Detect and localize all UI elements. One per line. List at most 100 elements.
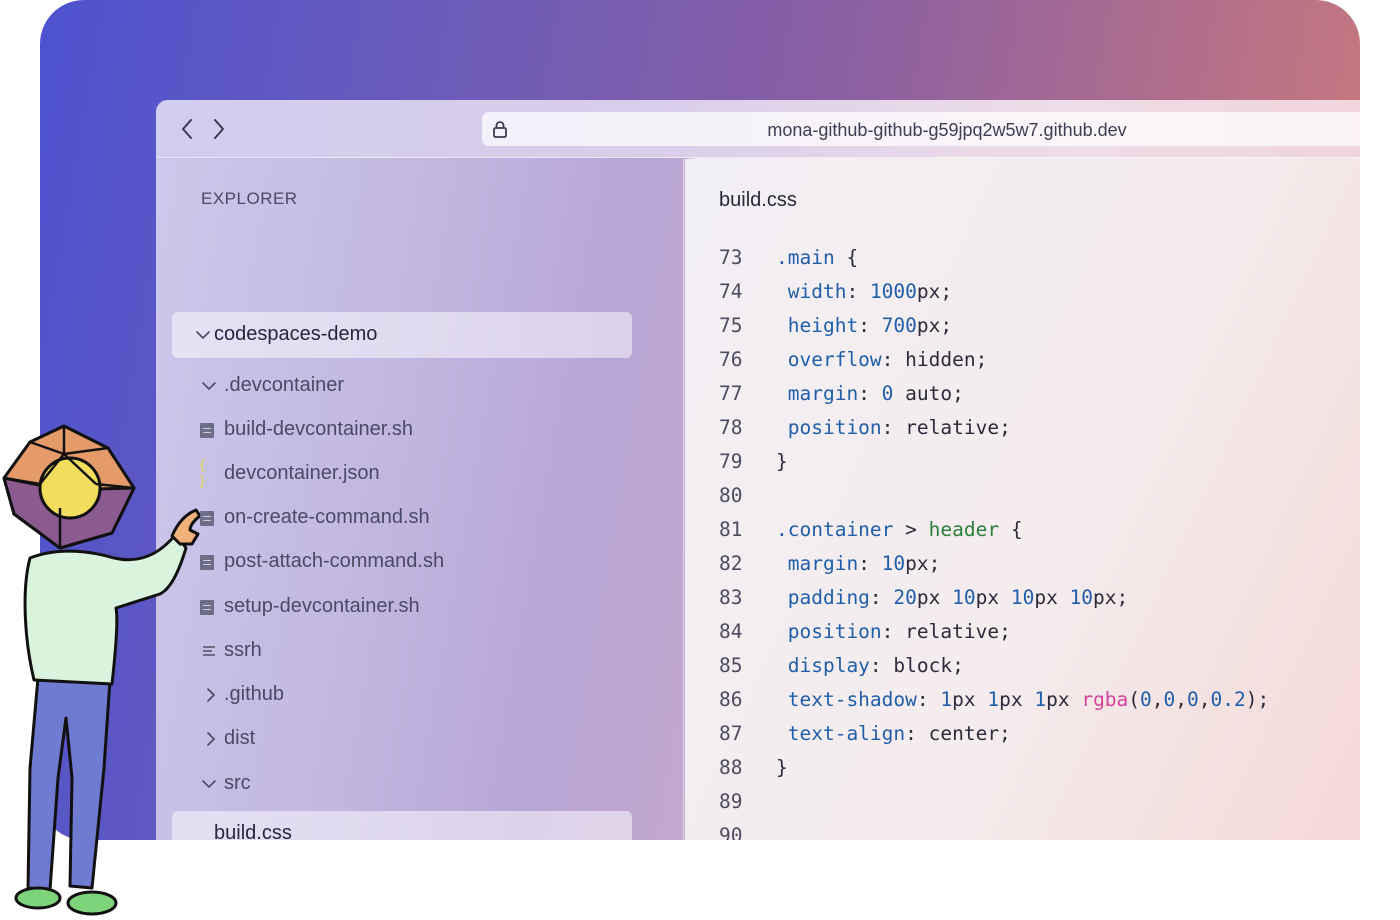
tree-item-devcontainer-json[interactable]: { } devcontainer.json — [172, 451, 632, 497]
file-icon — [198, 509, 216, 527]
code-token: px — [975, 586, 1011, 609]
code-token: 0 — [1163, 688, 1176, 711]
code-token: position — [776, 620, 882, 643]
code-line[interactable]: 80 — [719, 479, 1359, 513]
tree-item-dist[interactable]: dist — [172, 716, 632, 762]
chevron-down-icon — [194, 326, 212, 344]
line-number: 75 — [719, 314, 743, 337]
address-bar[interactable]: mona-github-github-g59jpq2w5w7.github.de… — [482, 112, 1360, 146]
file-icon — [198, 421, 216, 439]
code-token: width — [776, 280, 847, 303]
line-number: 78 — [719, 416, 743, 439]
code-token: : — [858, 382, 882, 405]
code-line[interactable]: 83 padding: 20px 10px 10px 10px; — [719, 581, 1359, 615]
code-text: text-shadow: 1px 1px 1px rgba(0,0,0,0.2)… — [776, 683, 1270, 717]
code-token: 20 — [893, 586, 917, 609]
code-token: : — [858, 552, 882, 575]
code-line[interactable]: 82 margin: 10px; — [719, 547, 1359, 581]
tree-item-build-devcontainer-sh[interactable]: build-devcontainer.sh — [172, 407, 632, 453]
tree-item-label: ssrh — [224, 639, 262, 661]
line-number: 76 — [719, 348, 743, 371]
tree-item-build-css[interactable]: build.css — [172, 811, 632, 840]
tree-item-ssrh[interactable]: ssrh — [172, 628, 632, 674]
code-token: > — [893, 518, 929, 541]
tree-item-post-attach-command-sh[interactable]: post-attach-command.sh — [172, 539, 632, 585]
tree-item-on-create-command-sh[interactable]: on-create-command.sh — [172, 495, 632, 541]
line-number: 79 — [719, 450, 743, 473]
code-area[interactable]: 73 .main {74 width: 1000px; 75 height: 700… — [719, 241, 1359, 840]
tree-item-label: on-create-command.sh — [224, 506, 430, 528]
tree-item-src[interactable]: src — [172, 761, 632, 807]
code-line[interactable]: 75 height: 700px; — [719, 309, 1359, 343]
code-token: : block; — [869, 654, 964, 677]
code-line[interactable]: 85 display: block; — [719, 649, 1359, 683]
code-token: px; — [916, 314, 953, 337]
text-file-icon — [200, 642, 218, 660]
code-text: padding: 20px 10px 10px 10px; — [776, 581, 1129, 615]
code-token: : — [916, 688, 941, 711]
code-line[interactable]: 73 .main { — [719, 241, 1359, 275]
code-line[interactable]: 90 — [719, 819, 1359, 840]
code-token: ( — [1128, 688, 1141, 711]
code-token: : hidden; — [881, 348, 988, 371]
line-number: 86 — [719, 688, 743, 711]
code-token: { — [834, 246, 859, 269]
code-token: : — [858, 314, 882, 337]
code-token: display — [776, 654, 870, 677]
code-line[interactable]: 87 text-align: center; — [719, 717, 1359, 751]
code-token: : — [869, 586, 894, 609]
tree-item-setup-devcontainer-sh[interactable]: setup-devcontainer.sh — [172, 584, 632, 630]
tree-item-label: post-attach-command.sh — [224, 550, 445, 572]
code-token: px; — [916, 280, 953, 303]
code-token: px; — [905, 552, 941, 575]
tree-item-label: devcontainer.json — [224, 462, 380, 484]
code-line[interactable]: 84 position: relative; — [719, 615, 1359, 649]
tree-item-label: dist — [224, 727, 256, 749]
code-token: margin — [776, 382, 859, 405]
code-token: rgba — [1081, 688, 1129, 711]
line-number: 77 — [719, 382, 743, 405]
back-button[interactable] — [176, 117, 198, 141]
line-number: 80 — [719, 484, 743, 507]
code-text: height: 700px; — [776, 309, 952, 343]
code-token: , — [1151, 688, 1164, 711]
code-text: position: relative; — [776, 411, 1011, 445]
explorer-sidebar: EXPLORER codespaces-demo .devcontainer bui… — [156, 159, 684, 840]
code-token: auto; — [893, 382, 964, 405]
code-token: 0 — [881, 382, 894, 405]
code-line[interactable]: 76 overflow: hidden; — [719, 343, 1359, 377]
chevron-right-icon — [202, 686, 220, 704]
code-token: 1000 — [869, 280, 917, 303]
code-token: ); — [1245, 688, 1270, 711]
code-text: .container > header { — [776, 513, 1023, 547]
forward-button[interactable] — [208, 117, 230, 141]
code-text: margin: 0 auto; — [776, 377, 964, 411]
code-token: 1 — [987, 688, 1000, 711]
line-number: 81 — [719, 518, 743, 541]
mascot-illustration — [2, 424, 200, 916]
code-line[interactable]: 79} — [719, 445, 1359, 479]
tree-item-devcontainer[interactable]: .devcontainer — [172, 363, 632, 409]
code-line[interactable]: 74 width: 1000px; — [719, 275, 1359, 309]
code-line[interactable]: 89 — [719, 785, 1359, 819]
code-token: 700 — [881, 314, 917, 337]
code-token: : center; — [905, 722, 1011, 745]
code-text: } — [776, 445, 788, 479]
code-token: padding — [776, 586, 870, 609]
codespace-window: mona-github-github-g59jpq2w5w7.github.de… — [156, 100, 1360, 840]
code-token: text-shadow — [776, 688, 917, 711]
code-token: 10 — [952, 586, 976, 609]
code-token: margin — [776, 552, 859, 575]
code-token: px — [916, 586, 953, 609]
code-line[interactable]: 81 .container > header { — [719, 513, 1359, 547]
code-line[interactable]: 77 margin: 0 auto; — [719, 377, 1359, 411]
code-line[interactable]: 78 position: relative; — [719, 411, 1359, 445]
code-line[interactable]: 88} — [719, 751, 1359, 785]
line-number: 90 — [719, 824, 743, 840]
code-token: .main — [776, 246, 835, 269]
tree-item-codespaces-demo[interactable]: codespaces-demo — [172, 312, 632, 358]
code-line[interactable]: 86 text-shadow: 1px 1px 1px rgba(0,0,0,0… — [719, 683, 1359, 717]
code-token: position — [776, 416, 882, 439]
tree-item-github[interactable]: .github — [172, 672, 632, 718]
code-editor[interactable]: build.css 73 .main {74 width: 1000px; 75 h… — [685, 159, 1360, 840]
